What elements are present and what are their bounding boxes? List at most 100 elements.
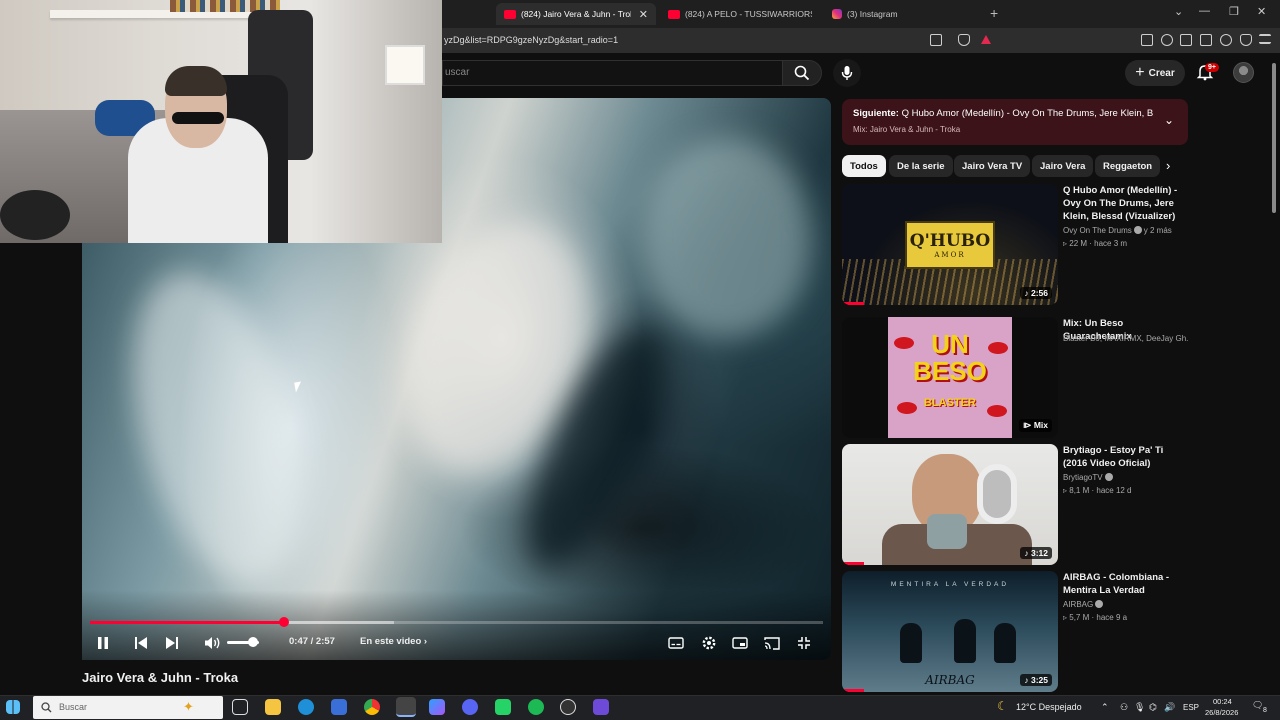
edge-icon[interactable] — [298, 699, 314, 715]
recommendation-title[interactable]: Q Hubo Amor (Medellín) - Ovy On The Drum… — [1063, 184, 1189, 223]
language-indicator[interactable]: ESP — [1183, 703, 1199, 712]
thumbnail[interactable]: ♪ 3:12 — [842, 444, 1058, 565]
thumbnail[interactable]: Q'HUBO AMOR ♪ 2:56 — [842, 184, 1058, 305]
new-tab-button[interactable]: + — [990, 5, 998, 21]
chrome-icon[interactable] — [364, 699, 380, 715]
notification-center-icon[interactable]: 🗨 — [1252, 700, 1263, 711]
app-icon[interactable] — [429, 699, 445, 715]
create-button[interactable]: + Crear — [1125, 60, 1185, 86]
network-icon[interactable]: ⌬ — [1149, 702, 1157, 713]
tab[interactable]: (824) A PELO - TUSSIWARRIORS (VID — [660, 3, 820, 25]
chip-reggaeton[interactable]: Reggaeton — [1095, 155, 1161, 177]
next-button[interactable] — [163, 634, 181, 652]
tray-icon[interactable]: ⚇ — [1120, 702, 1128, 713]
thumbnail[interactable]: UN BESO BLASTER ⧐ Mix — [842, 317, 1058, 438]
screen-cast-icon[interactable] — [930, 34, 942, 46]
settings-button[interactable] — [699, 634, 719, 652]
progress-bar[interactable] — [90, 617, 823, 627]
vpn-icon[interactable] — [1240, 34, 1252, 46]
brave-taskbar-icon[interactable] — [396, 697, 416, 717]
chevron-right-icon[interactable]: › — [1166, 158, 1170, 173]
leo-ai-icon[interactable] — [1220, 34, 1232, 46]
previous-button[interactable] — [132, 634, 150, 652]
recommendation-item[interactable]: Q'HUBO AMOR ♪ 2:56 Q Hubo Amor (Medellín… — [842, 184, 1188, 306]
verified-icon — [1095, 600, 1104, 608]
maximize-button[interactable]: ❐ — [1229, 5, 1239, 18]
webcam-person-hair — [165, 66, 227, 96]
tray-overflow-icon[interactable]: ⌃ — [1101, 702, 1109, 713]
taskbar-search-input[interactable]: Buscar ✦ — [33, 696, 223, 719]
recommendation-title[interactable]: Brytiago - Estoy Pa' Ti (2016 Video Ofic… — [1063, 444, 1189, 470]
music-icon[interactable] — [1161, 34, 1173, 46]
chevron-right-icon: › — [423, 636, 428, 647]
chapters-button[interactable]: En este video › — [360, 636, 427, 647]
task-view-icon[interactable] — [232, 699, 248, 715]
brave-shield-icon[interactable] — [958, 34, 970, 46]
extensions-icon[interactable] — [1141, 34, 1153, 46]
fullscreen-exit-icon — [798, 637, 810, 649]
file-explorer-icon[interactable] — [265, 699, 281, 715]
search-input[interactable]: uscar — [442, 60, 782, 86]
recommendation-item[interactable]: MENTIRA LA VERDAD AIRBAG ♪ 3:25 AIRBAG -… — [842, 571, 1188, 693]
tab-list-chevron-icon[interactable]: ⌄ — [1174, 5, 1183, 18]
close-window-button[interactable]: ✕ — [1257, 5, 1266, 18]
microphone-tray-icon[interactable]: 🎙 — [1134, 702, 1145, 713]
chip-jairo-vera[interactable]: Jairo Vera — [1032, 155, 1094, 177]
chevron-down-icon[interactable]: ⌄ — [1164, 113, 1174, 127]
plus-icon: + — [1135, 64, 1145, 81]
tab[interactable]: (3) Instagram — [824, 3, 984, 25]
chip-de-la-serie[interactable]: De la serie — [889, 155, 953, 177]
clock-time[interactable]: 00:24 — [1213, 697, 1232, 706]
subtitles-button[interactable] — [667, 634, 685, 652]
clock-date[interactable]: 26/8/2026 — [1205, 708, 1238, 717]
up-next-card[interactable]: Siguiente: Q Hubo Amor (Medellín) - Ovy … — [842, 99, 1188, 145]
chip-jairo-vera-tv[interactable]: Jairo Vera TV — [954, 155, 1031, 177]
minimize-button[interactable]: — — [1199, 5, 1210, 17]
channel-name[interactable]: BrytiagoTV — [1063, 473, 1189, 482]
recommendation-item[interactable]: ♪ 3:12 Brytiago - Estoy Pa' Ti (2016 Vid… — [842, 444, 1188, 566]
discord-icon[interactable] — [462, 699, 478, 715]
speaker-icon[interactable]: 🔊 — [1164, 702, 1175, 713]
spotify-icon[interactable] — [528, 699, 544, 715]
recommendation-title[interactable]: AIRBAG - Colombiana - Mentira La Verdad — [1063, 571, 1189, 597]
up-next-title: Siguiente: Q Hubo Amor (Medellín) - Ovy … — [853, 108, 1153, 119]
mute-button[interactable] — [203, 634, 223, 652]
tab-active[interactable]: (824) Jairo Vera & Juhn - Troka ✕ — [496, 3, 656, 25]
weather-text[interactable]: 12°C Despejado — [1016, 702, 1082, 712]
miniplayer-button[interactable] — [731, 634, 749, 652]
volume-knob[interactable] — [247, 637, 258, 647]
voice-search-button[interactable] — [833, 59, 861, 87]
thumbnail[interactable]: MENTIRA LA VERDAD AIRBAG ♪ 3:25 — [842, 571, 1058, 692]
scrollbar-thumb[interactable] — [1272, 63, 1276, 213]
store-icon[interactable] — [331, 699, 347, 715]
brave-rewards-icon[interactable] — [981, 35, 991, 44]
tab-label: (824) Jairo Vera & Juhn - Troka — [521, 9, 631, 19]
channel-name[interactable]: Ovy On The Drums y 2 más — [1063, 226, 1189, 235]
close-tab-icon[interactable]: ✕ — [639, 8, 648, 21]
channel-name[interactable]: AIRBAG — [1063, 600, 1189, 609]
search-button[interactable] — [782, 60, 822, 86]
video-meta: ▹ 22 M · hace 3 m — [1063, 239, 1127, 248]
music-note-icon: ♪ — [1024, 288, 1029, 298]
channel-name[interactable]: Blaster DJ, MAXIRMX, DeeJay Gh... — [1063, 334, 1189, 343]
whatsapp-icon[interactable] — [495, 699, 511, 715]
menu-icon[interactable] — [1259, 34, 1271, 44]
cast-button[interactable] — [763, 634, 781, 652]
lips-icon — [894, 337, 914, 349]
app-icon[interactable] — [593, 699, 609, 715]
page-scrollbar[interactable] — [1270, 55, 1278, 695]
windows-start-icon[interactable] — [6, 700, 20, 714]
wallet-icon[interactable] — [1200, 34, 1212, 46]
url-field[interactable]: yzDg&list=RDPG9gzeNyzDg&start_radio=1 — [444, 35, 618, 45]
recommendation-item[interactable]: UN BESO BLASTER ⧐ Mix Mix: Un Beso Guara… — [842, 317, 1189, 439]
channel-text: Ovy On The Drums — [1063, 226, 1132, 235]
sidebar-icon[interactable] — [1180, 34, 1192, 46]
account-avatar[interactable] — [1233, 62, 1254, 83]
webcam-cap — [0, 190, 70, 240]
fullscreen-button[interactable] — [795, 634, 813, 652]
pause-button[interactable] — [94, 634, 112, 652]
obs-icon[interactable] — [560, 699, 576, 715]
chip-todos[interactable]: Todos — [842, 155, 886, 177]
verified-icon — [1133, 226, 1142, 234]
watched-progress — [842, 689, 864, 692]
